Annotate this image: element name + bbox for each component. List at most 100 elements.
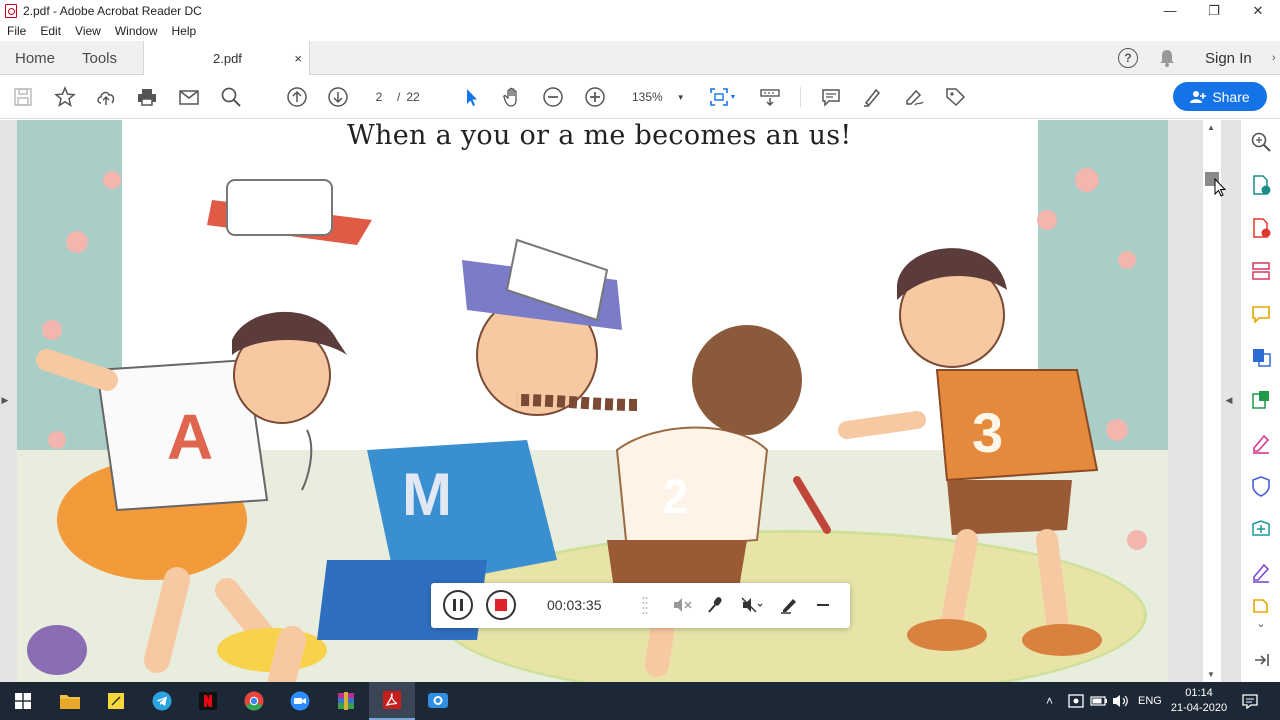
clock-date: 21-04-2020 [1170, 702, 1228, 714]
email-button[interactable] [177, 85, 201, 109]
menu-window[interactable]: Window [115, 24, 158, 38]
pause-recording-button[interactable] [443, 590, 473, 620]
edit-pdf-button[interactable] [1249, 388, 1273, 412]
tab-home[interactable]: Home [15, 41, 55, 75]
next-page-button[interactable] [326, 85, 350, 109]
menu-edit[interactable]: Edit [40, 24, 61, 38]
page-fit-dropdown[interactable]: ▼ [728, 85, 738, 109]
find-button[interactable] [219, 85, 243, 109]
taskbar-sticky-notes[interactable] [93, 682, 139, 720]
more-tools-button[interactable] [943, 85, 967, 109]
chrome-icon [244, 691, 264, 711]
scroll-up-icon[interactable]: ▲ [1207, 123, 1215, 132]
taskbar-netflix[interactable] [185, 682, 231, 720]
close-tab-icon[interactable]: × [294, 51, 302, 66]
notifications-button[interactable] [1158, 41, 1176, 75]
collapse-pane-button[interactable] [1249, 648, 1273, 672]
taskbar-acrobat[interactable] [369, 682, 415, 720]
page-number-input[interactable]: 2 [367, 90, 391, 104]
chevron-down-icon: ▼ [676, 92, 685, 102]
protect-button[interactable] [1249, 474, 1273, 498]
signature-icon [1253, 563, 1270, 583]
upload-button[interactable] [94, 85, 118, 109]
tab-tools[interactable]: Tools [82, 41, 117, 75]
close-window-button[interactable]: ✕ [1236, 0, 1280, 21]
window-title: 2.pdf - Adobe Acrobat Reader DC [23, 3, 202, 18]
minus-icon [817, 604, 829, 606]
select-tool-button[interactable] [459, 85, 483, 109]
export-pdf-button[interactable] [1249, 173, 1273, 197]
zoom-in-button[interactable] [583, 85, 607, 109]
minimize-button[interactable]: — [1148, 0, 1192, 21]
tray-language[interactable]: ENG [1138, 682, 1162, 720]
acrobat-taskbar-icon [383, 691, 401, 709]
minimize-recorder-button[interactable] [812, 595, 834, 615]
folder-icon [60, 695, 80, 709]
tray-device-icon[interactable] [1068, 682, 1084, 720]
fill-sign-tool-button[interactable] [1249, 431, 1273, 455]
tray-notifications[interactable] [1242, 682, 1258, 720]
menu-help[interactable]: Help [172, 24, 197, 38]
annotate-button[interactable] [778, 595, 800, 615]
minus-circle-icon [543, 87, 563, 107]
send-for-review-button[interactable] [1249, 517, 1273, 541]
star-icon [54, 86, 76, 108]
tray-volume-icon[interactable] [1112, 682, 1130, 720]
organize-pages-icon [1252, 262, 1270, 280]
share-button[interactable]: Share [1173, 82, 1267, 111]
taskbar-recorder[interactable] [415, 682, 461, 720]
taskbar-chrome[interactable] [231, 682, 277, 720]
chevron-right-icon: ▶ [1, 394, 9, 405]
recorder-app-icon [428, 693, 448, 708]
previous-page-button[interactable] [285, 85, 309, 109]
scroll-down-icon[interactable]: ▼ [1207, 670, 1215, 679]
taskbar-zoom[interactable] [277, 682, 323, 720]
hand-tool-button[interactable] [500, 85, 524, 109]
zoom-out-button[interactable] [541, 85, 565, 109]
comment-tool-button[interactable] [1249, 302, 1273, 326]
bookmark-button[interactable] [53, 85, 77, 109]
taskbar-telegram[interactable] [139, 682, 185, 720]
menu-file[interactable]: File [7, 24, 26, 38]
create-pdf-button[interactable] [1249, 216, 1273, 240]
windows-taskbar: ˄ ENG 01:14 21-04-2020 [0, 682, 1280, 720]
save-button[interactable] [11, 85, 35, 109]
help-button[interactable]: ? [1118, 41, 1138, 75]
sign-tool-button[interactable] [1249, 560, 1273, 584]
tray-clock[interactable]: 01:14 21-04-2020 [1170, 682, 1228, 720]
stop-recording-button[interactable] [486, 590, 516, 620]
menu-view[interactable]: View [75, 24, 101, 38]
organize-pages-button[interactable] [1249, 259, 1273, 283]
tab-document[interactable]: 2.pdf × [143, 41, 310, 76]
add-user-icon [1190, 90, 1207, 103]
right-pane-toggle[interactable]: ◀ [1222, 390, 1236, 410]
zoom-select[interactable]: 135% ▼ [620, 85, 686, 109]
drag-handle-icon[interactable] [641, 595, 649, 615]
print-button[interactable] [135, 85, 159, 109]
page-fit-icon [710, 88, 728, 106]
show-hidden-icons[interactable]: ˄ [1046, 682, 1053, 720]
pane-scroll-down-icon[interactable]: ⌄ [1249, 616, 1273, 630]
left-pane-toggle[interactable]: ▶ [0, 390, 10, 410]
stamp-tool-button[interactable] [1249, 598, 1273, 613]
comment-button[interactable] [819, 85, 843, 109]
tray-battery-icon[interactable] [1090, 682, 1108, 720]
combine-files-button[interactable] [1249, 345, 1273, 369]
highlight-button[interactable] [860, 85, 884, 109]
mute-audio-button[interactable] [671, 595, 693, 615]
microphone-icon [708, 597, 722, 613]
figure-label-a: A [167, 401, 214, 473]
scroll-mode-button[interactable] [758, 85, 782, 109]
fill-sign-button[interactable] [902, 85, 926, 109]
taskbar-winrar[interactable] [323, 682, 369, 720]
vertical-scrollbar[interactable]: ▲ ▼ [1203, 120, 1221, 682]
more-arrow-icon[interactable]: › [1272, 41, 1276, 75]
microphone-button[interactable] [704, 595, 726, 615]
sign-in-link[interactable]: Sign In [1205, 41, 1252, 75]
system-audio-button[interactable] [739, 595, 765, 615]
taskbar-file-explorer[interactable] [47, 682, 93, 720]
telegram-icon [152, 691, 172, 711]
start-button[interactable] [0, 682, 46, 720]
restore-button[interactable]: ❐ [1192, 0, 1236, 21]
pane-search-button[interactable] [1249, 130, 1273, 154]
